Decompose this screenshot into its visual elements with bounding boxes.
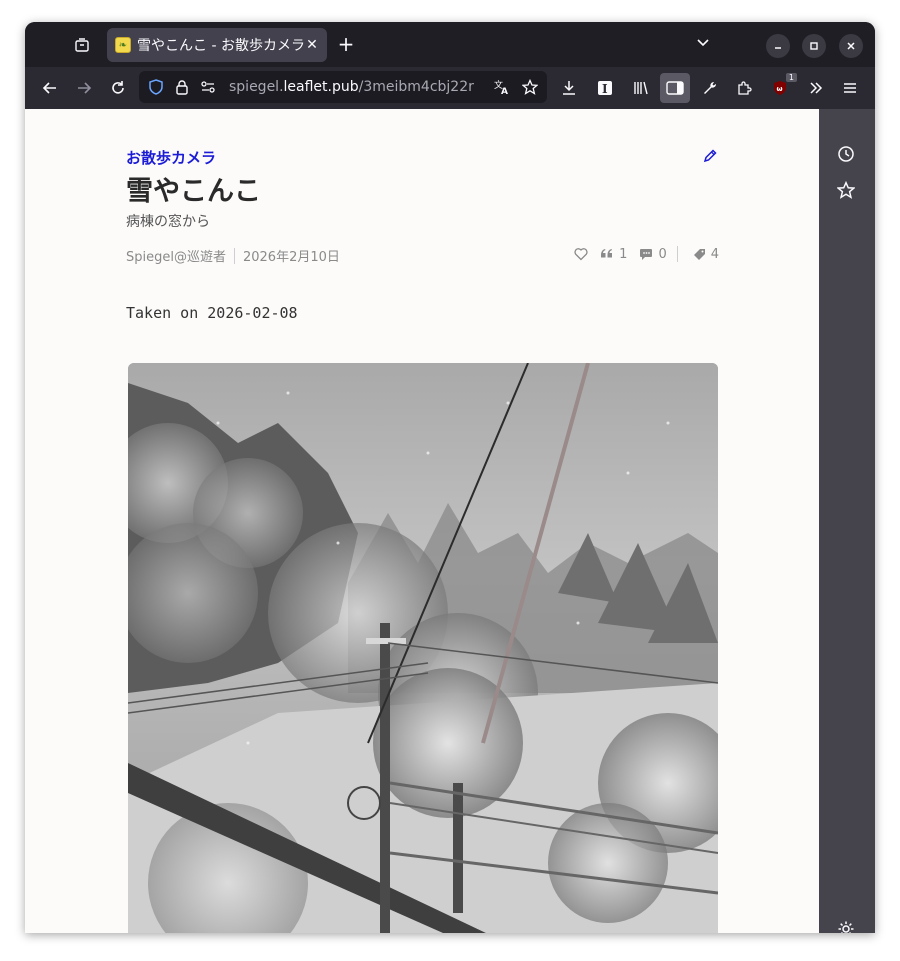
publish-date: 2026年2月10日 bbox=[242, 250, 340, 265]
meta-divider bbox=[233, 247, 235, 264]
url-path: /3meibm4cbj22r bbox=[358, 79, 474, 95]
publication-name[interactable]: お散歩カメラ bbox=[126, 147, 216, 168]
ublock-icon[interactable]: ω 1 bbox=[767, 73, 797, 101]
bookmark-star-icon[interactable] bbox=[521, 78, 539, 96]
tag-icon bbox=[693, 249, 705, 260]
history-clock-icon[interactable] bbox=[835, 143, 857, 165]
article-title: 雪やこんこ bbox=[126, 176, 261, 207]
snowy-trees-image bbox=[128, 363, 718, 933]
page-content: お散歩カメラ 雪やこんこ 病棟の窓から Spiegel@巡遊者 2026年2月1… bbox=[25, 109, 819, 933]
article-stats: 1 0 4 bbox=[566, 246, 719, 262]
permissions-icon[interactable] bbox=[199, 78, 217, 96]
tab-list-icon[interactable] bbox=[71, 34, 93, 56]
back-arrow-icon[interactable] bbox=[37, 75, 63, 101]
downloads-icon[interactable] bbox=[556, 75, 582, 101]
mention-count: 4 bbox=[710, 246, 719, 262]
mention-stat[interactable]: 4 bbox=[692, 247, 719, 262]
browser-sidebar bbox=[819, 109, 875, 933]
lock-icon[interactable] bbox=[173, 78, 191, 96]
sidebar-toggle-icon[interactable] bbox=[660, 73, 690, 103]
chevron-down-icon[interactable] bbox=[693, 35, 713, 55]
url-host: leaflet.pub bbox=[283, 79, 359, 95]
ublock-badge: 1 bbox=[785, 73, 797, 82]
stats-divider bbox=[676, 246, 678, 262]
article-subtitle: 病棟の窓から bbox=[126, 214, 210, 230]
browser-window: ❧ 雪やこんこ - お散歩カメラ ✕ + spiegel.leaflet.pub… bbox=[25, 22, 875, 933]
tab-close-icon[interactable]: ✕ bbox=[303, 36, 321, 54]
tracking-shield-icon[interactable] bbox=[147, 78, 165, 96]
author-name[interactable]: Spiegel@巡遊者 bbox=[126, 246, 226, 265]
leaflet-favicon-icon: ❧ bbox=[115, 37, 131, 53]
wrench-icon[interactable] bbox=[697, 75, 723, 101]
overflow-menu-icon[interactable] bbox=[803, 75, 829, 101]
settings-gear-icon[interactable] bbox=[835, 918, 857, 933]
hamburger-menu-icon[interactable] bbox=[837, 75, 863, 101]
quote-count: 1 bbox=[619, 246, 628, 262]
pencil-edit-icon[interactable] bbox=[702, 148, 720, 166]
comment-icon bbox=[640, 249, 653, 260]
article-body-text: Taken on 2026-02-08 bbox=[126, 304, 298, 322]
forward-arrow-icon[interactable] bbox=[71, 75, 97, 101]
svg-text:ω: ω bbox=[777, 85, 783, 93]
url-bar[interactable]: spiegel.leaflet.pub/3meibm4cbj22r 文A bbox=[139, 71, 547, 103]
new-tab-button[interactable]: + bbox=[335, 34, 357, 56]
navigation-toolbar: spiegel.leaflet.pub/3meibm4cbj22r 文A I ω… bbox=[25, 67, 875, 109]
tab-bar: ❧ 雪やこんこ - お散歩カメラ ✕ + bbox=[25, 22, 875, 67]
url-text[interactable]: spiegel.leaflet.pub/3meibm4cbj22r bbox=[229, 79, 475, 95]
extensions-puzzle-icon[interactable] bbox=[731, 75, 757, 101]
maximize-button[interactable] bbox=[802, 34, 826, 58]
heart-icon bbox=[574, 248, 588, 261]
tab-active[interactable]: ❧ 雪やこんこ - お散歩カメラ ✕ bbox=[107, 28, 327, 62]
like-stat[interactable] bbox=[574, 247, 588, 261]
translate-icon[interactable]: 文A bbox=[493, 78, 511, 96]
close-window-button[interactable] bbox=[839, 34, 863, 58]
quote-stat[interactable]: 1 bbox=[600, 247, 627, 262]
article-meta: Spiegel@巡遊者 2026年2月10日 bbox=[126, 246, 340, 265]
bookmarks-star-icon[interactable] bbox=[835, 179, 857, 201]
instapaper-icon[interactable]: I bbox=[592, 75, 618, 101]
quote-icon bbox=[601, 249, 613, 258]
url-prefix: spiegel. bbox=[229, 79, 284, 95]
svg-text:I: I bbox=[602, 82, 608, 96]
svg-text:A: A bbox=[501, 87, 508, 96]
comment-count: 0 bbox=[658, 246, 667, 262]
snow-photo bbox=[128, 363, 718, 933]
tab-title: 雪やこんこ - お散歩カメラ bbox=[137, 38, 305, 54]
reload-icon[interactable] bbox=[105, 75, 131, 101]
minimize-button[interactable] bbox=[766, 34, 790, 58]
comment-stat[interactable]: 0 bbox=[639, 246, 667, 262]
library-icon[interactable] bbox=[628, 75, 654, 101]
